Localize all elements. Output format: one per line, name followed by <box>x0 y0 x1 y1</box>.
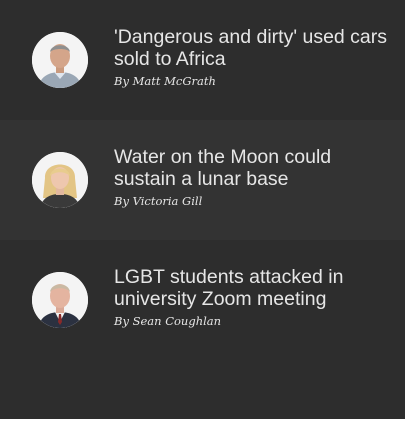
story-headline[interactable]: 'Dangerous and dirty' used cars sold to … <box>114 26 394 70</box>
author-avatar <box>32 152 88 208</box>
story-byline: By Sean Coughlan <box>114 314 222 328</box>
author-photo-icon <box>32 152 88 208</box>
story-item[interactable]: 'Dangerous and dirty' used cars sold to … <box>0 0 405 120</box>
author-photo-icon <box>32 32 88 88</box>
story-headline[interactable]: LGBT students attacked in university Zoo… <box>114 266 394 310</box>
author-avatar <box>32 272 88 328</box>
story-item[interactable]: Water on the Moon could sustain a lunar … <box>0 120 405 240</box>
story-byline: By Matt McGrath <box>114 74 216 88</box>
story-text: LGBT students attacked in university Zoo… <box>114 266 394 329</box>
story-list: 'Dangerous and dirty' used cars sold to … <box>0 0 405 419</box>
story-text: Water on the Moon could sustain a lunar … <box>114 146 394 209</box>
author-photo-icon <box>32 272 88 328</box>
story-text: 'Dangerous and dirty' used cars sold to … <box>114 26 394 89</box>
story-item[interactable]: LGBT students attacked in university Zoo… <box>0 240 405 360</box>
story-headline[interactable]: Water on the Moon could sustain a lunar … <box>114 146 394 190</box>
author-avatar <box>32 32 88 88</box>
story-byline: By Victoria Gill <box>114 194 203 208</box>
